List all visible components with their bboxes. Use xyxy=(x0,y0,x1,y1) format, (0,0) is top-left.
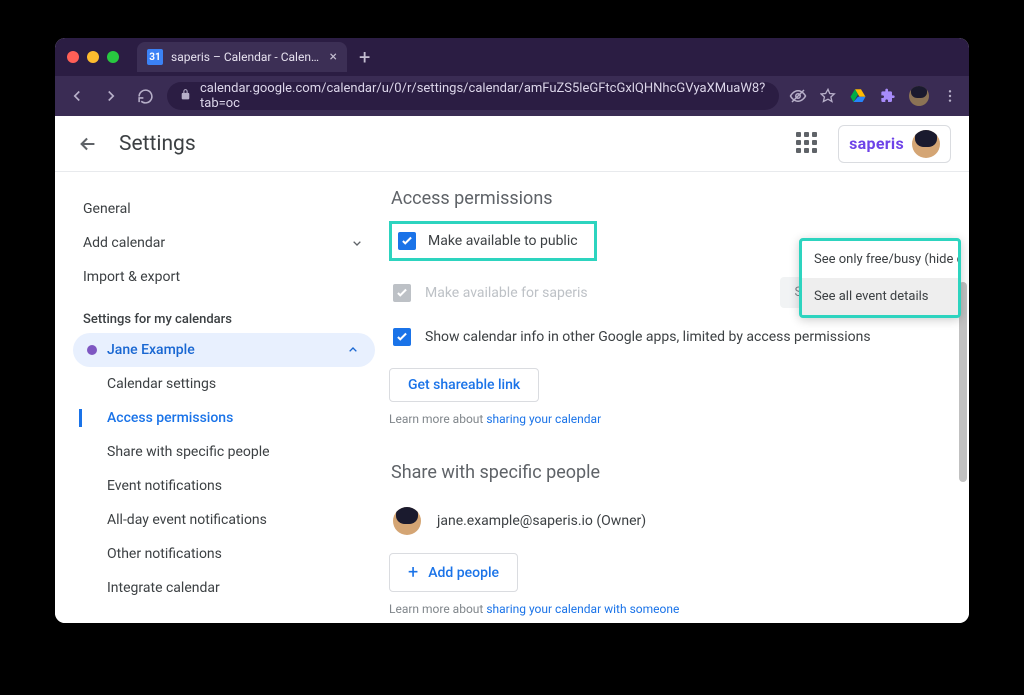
sub-allday-notifications[interactable]: All-day event notifications xyxy=(79,503,375,537)
label-org: Make available for saperis xyxy=(425,285,588,301)
tab-close-icon[interactable]: × xyxy=(330,49,337,65)
back-button[interactable] xyxy=(65,84,89,108)
learn-more-1: Learn more about sharing your calendar xyxy=(389,412,939,426)
window-controls xyxy=(67,51,119,63)
chevron-up-icon xyxy=(345,342,361,358)
share-people-title: Share with specific people xyxy=(391,462,939,483)
eye-icon[interactable] xyxy=(789,87,807,105)
sidebar-item-general[interactable]: General xyxy=(73,192,375,226)
checkbox-public[interactable] xyxy=(398,232,416,250)
checkbox-info[interactable] xyxy=(393,328,411,346)
learn-link-1[interactable]: sharing your calendar xyxy=(486,412,601,426)
sub-share-people[interactable]: Share with specific people xyxy=(79,435,375,469)
browser-window: 31 saperis – Calendar - Calendar s × + c… xyxy=(55,38,969,623)
profile-avatar-icon[interactable] xyxy=(909,86,929,106)
access-permissions-title: Access permissions xyxy=(391,188,939,209)
browser-tab[interactable]: 31 saperis – Calendar - Calendar s × xyxy=(137,42,347,72)
apps-icon[interactable] xyxy=(796,132,820,156)
owner-avatar-icon xyxy=(393,507,421,535)
forward-button[interactable] xyxy=(99,84,123,108)
sub-access-permissions[interactable]: Access permissions xyxy=(79,401,375,435)
sidebar-sub-items: Calendar settings Access permissions Sha… xyxy=(77,367,375,605)
brand-name: saperis xyxy=(849,134,904,153)
close-window-button[interactable] xyxy=(67,51,79,63)
puzzle-icon[interactable] xyxy=(879,87,897,105)
page-title: Settings xyxy=(119,132,796,156)
account-chip[interactable]: saperis xyxy=(838,125,951,163)
sidebar-calendar-jane[interactable]: Jane Example xyxy=(73,333,375,367)
drive-icon[interactable] xyxy=(849,87,867,105)
plus-icon: + xyxy=(408,562,418,583)
visibility-dropdown-menu: See only free/busy (hide details) See al… xyxy=(799,238,961,318)
perm-info-row: Show calendar info in other Google apps,… xyxy=(389,318,939,356)
main-panel: Access permissions Make available to pub… xyxy=(383,172,969,623)
chevron-down-icon xyxy=(349,235,365,251)
browser-toolbar: calendar.google.com/calendar/u/0/r/setti… xyxy=(55,76,969,116)
toolbar-extensions xyxy=(789,86,959,106)
sub-calendar-settings[interactable]: Calendar settings xyxy=(79,367,375,401)
checkbox-org xyxy=(393,284,411,302)
learn-more-2: Learn more about sharing your calendar w… xyxy=(389,602,939,616)
sidebar-section-title: Settings for my calendars xyxy=(73,294,375,333)
page-header: Settings saperis xyxy=(55,116,969,172)
page-body: General Add calendar Import & export Set… xyxy=(55,172,969,623)
lock-icon xyxy=(179,88,192,105)
minimize-window-button[interactable] xyxy=(87,51,99,63)
owner-email: jane.example@saperis.io (Owner) xyxy=(437,513,646,529)
maximize-window-button[interactable] xyxy=(107,51,119,63)
sub-integrate-calendar[interactable]: Integrate calendar xyxy=(79,571,375,605)
highlight-public: Make available to public xyxy=(389,221,597,261)
calendar-color-dot xyxy=(87,345,97,355)
menu-item-all-details[interactable]: See all event details xyxy=(802,278,958,315)
star-icon[interactable] xyxy=(819,87,837,105)
settings-back-button[interactable] xyxy=(73,129,103,159)
menu-item-freebusy[interactable]: See only free/busy (hide details) xyxy=(802,241,958,278)
learn-link-2[interactable]: sharing your calendar with someone xyxy=(486,602,679,616)
sub-event-notifications[interactable]: Event notifications xyxy=(79,469,375,503)
sidebar-item-import-export[interactable]: Import & export xyxy=(73,260,375,294)
reload-button[interactable] xyxy=(133,84,157,108)
tab-favicon: 31 xyxy=(147,49,163,65)
sidebar-item-add-calendar[interactable]: Add calendar xyxy=(73,226,375,260)
label-info: Show calendar info in other Google apps,… xyxy=(425,329,871,345)
tab-title: saperis – Calendar - Calendar s xyxy=(171,50,322,64)
add-people-button[interactable]: + Add people xyxy=(389,553,518,592)
new-tab-button[interactable]: + xyxy=(359,45,370,69)
sidebar: General Add calendar Import & export Set… xyxy=(55,172,383,623)
share-owner-row: jane.example@saperis.io (Owner) xyxy=(389,495,939,547)
label-public: Make available to public xyxy=(428,233,578,249)
address-bar[interactable]: calendar.google.com/calendar/u/0/r/setti… xyxy=(167,82,779,110)
browser-menu-icon[interactable] xyxy=(941,87,959,105)
sub-other-notifications[interactable]: Other notifications xyxy=(79,537,375,571)
titlebar: 31 saperis – Calendar - Calendar s × + xyxy=(55,38,969,76)
url-text: calendar.google.com/calendar/u/0/r/setti… xyxy=(200,81,767,111)
avatar-icon xyxy=(912,130,940,158)
get-shareable-link-button[interactable]: Get shareable link xyxy=(389,368,539,402)
page-content: Settings saperis General Add calendar Im… xyxy=(55,116,969,623)
